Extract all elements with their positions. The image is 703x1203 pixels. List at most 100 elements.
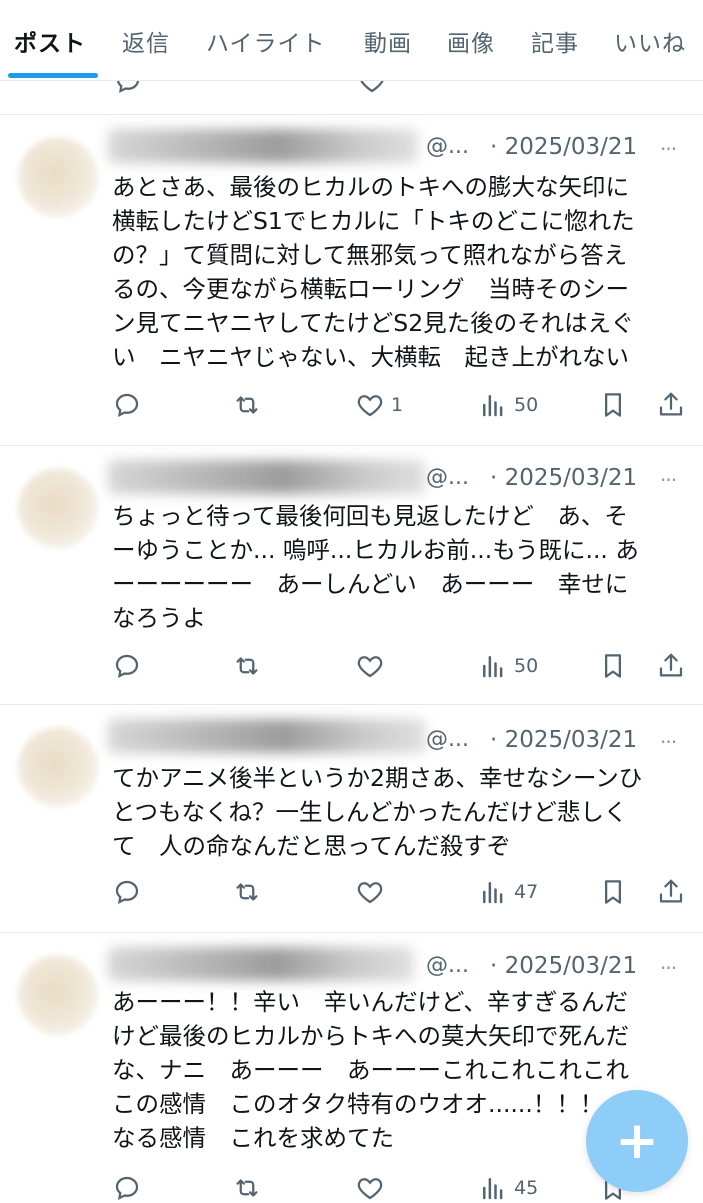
tweet-line: 横転したけどS1でヒカルに「トキのどこに惚れた [112,207,635,235]
display-name-redacted [108,460,426,494]
tweet-date[interactable]: · 2025/03/21 [490,727,637,753]
tab-posts[interactable]: ポスト [14,24,86,58]
tweet-text: ちょっと待って最後何回も見返したけど あ、そ ーゆうことか... 嗚呼...ヒカ… [112,499,692,635]
tab-articles[interactable]: 記事 [531,24,579,58]
tab-videos[interactable]: 動画 [364,24,412,58]
tweet-handle: @... [426,134,469,159]
view-count: 47 [514,881,539,903]
views-button[interactable]: 45 [478,1173,538,1203]
bookmark-icon [605,654,621,678]
like-count: 1 [391,394,404,416]
repost-button[interactable] [232,1173,262,1203]
share-button[interactable] [656,651,686,681]
tweet-line: ーーーーーー あーしんどい あーーー 幸せに [112,570,629,598]
reply-icon [115,393,139,417]
tweet-line: い ニヤニヤじゃない、大横転 起き上がれない [112,343,629,371]
tab-highlights[interactable]: ハイライト [206,24,326,58]
views-icon [483,656,503,678]
reply-button[interactable] [112,390,142,420]
tweet-date[interactable]: · 2025/03/21 [490,953,637,979]
tweet-actions: 1 50 [0,390,703,420]
display-name-redacted [108,947,414,981]
profile-tabs: ポスト 返信 ハイライト 動画 画像 記事 いいね [0,0,703,81]
tweet-handle: @... [426,953,469,978]
reply-button[interactable] [112,877,142,907]
like-button[interactable] [355,877,391,907]
like-icon [357,882,383,904]
tweet-line: けど最後のヒカルからトキへの莫大矢印で死んだ [112,1022,629,1050]
repost-icon [236,883,258,901]
avatar[interactable] [18,727,98,807]
views-icon [483,882,503,904]
tweet-line: ちょっと待って最後何回も見返したけど あ、そ [112,502,628,530]
repost-icon [236,396,258,414]
bookmark-icon [605,880,621,904]
view-count: 50 [514,394,539,416]
views-icon [483,1178,503,1200]
repost-icon [236,657,258,675]
repost-button[interactable] [232,877,262,907]
bookmark-button[interactable] [598,390,628,420]
more-options-icon[interactable]: ··· [660,730,677,754]
avatar[interactable] [18,468,98,548]
tweet-line: てかアニメ後半というか2期さあ、幸せなシーンひ [112,764,643,792]
tab-likes[interactable]: いいね [614,24,686,58]
display-name-redacted [108,719,426,753]
tweet-date[interactable]: · 2025/03/21 [490,134,637,160]
tweet-line: の？」て質問に対して無邪気って照れながら答え [112,241,628,269]
views-button[interactable]: 47 [478,877,538,907]
share-button[interactable] [656,877,686,907]
tweet-actions: 45 [0,1173,703,1203]
reply-button[interactable] [112,1173,142,1203]
tweet-text: てかアニメ後半というか2期さあ、幸せなシーンひ とつもなくね？一生しんどかったん… [112,761,692,863]
reply-icon [115,1176,139,1200]
views-button[interactable]: 50 [478,651,538,681]
reply-button[interactable] [112,651,142,681]
avatar[interactable] [18,955,98,1035]
tweet-actions: 47 [0,877,703,907]
tweet-actions: 50 [0,651,703,681]
views-button[interactable]: 50 [478,390,538,420]
compose-button[interactable]: + [586,1090,688,1192]
reply-icon [115,654,139,678]
share-icon [659,392,683,416]
like-button[interactable] [355,651,391,681]
tweet[interactable]: @... · 2025/03/21 ··· てかアニメ後半というか2期さあ、幸せ… [0,705,703,933]
repost-icon [236,1179,258,1197]
more-options-icon[interactable]: ··· [660,468,677,492]
tweet-line: なろうよ [112,604,206,632]
bookmark-icon [605,393,621,417]
tweet-handle: @... [426,465,469,490]
avatar[interactable] [18,137,98,217]
more-options-icon[interactable]: ··· [660,137,677,161]
like-button[interactable] [355,1173,391,1203]
bookmark-button[interactable] [598,877,628,907]
tweet[interactable]: @... · 2025/03/21 ··· ちょっと待って最後何回も見返したけど… [0,446,703,705]
reply-icon [116,80,140,93]
bookmark-button[interactable] [598,651,628,681]
share-button[interactable] [656,390,686,420]
tweet[interactable]: @... · 2025/03/21 ··· あとさあ、最後のヒカルのトキへの膨大… [0,115,703,446]
views-icon [483,395,503,417]
share-icon [659,653,683,677]
repost-button[interactable] [232,390,262,420]
repost-button[interactable] [232,651,262,681]
tweet-line: あとさあ、最後のヒカルのトキへの膨大な矢印に [112,173,629,201]
share-icon [659,879,683,903]
tab-images[interactable]: 画像 [447,24,495,58]
view-count: 45 [514,1177,539,1199]
previous-tweet-fragment [0,80,703,115]
tweet-line: ーゆうことか... 嗚呼...ヒカルお前...もう既に... あ [112,536,639,564]
more-options-icon[interactable]: ··· [660,956,677,980]
reply-icon [115,880,139,904]
tweet-line: とつもなくね？一生しんどかったんだけど悲しく [112,798,628,826]
tweet-text: あとさあ、最後のヒカルのトキへの膨大な矢印に 横転したけどS1でヒカルに「トキの… [112,170,692,374]
tweet-date[interactable]: · 2025/03/21 [490,465,637,491]
like-button[interactable]: 1 [355,390,403,420]
like-icon [357,395,383,417]
like-icon [357,656,383,678]
tab-replies[interactable]: 返信 [122,24,170,58]
like-icon [357,1178,383,1200]
like-icon [360,80,384,93]
tweet-line: な、ナニ あーーー あーーーこれこれこれこれ [112,1056,629,1084]
